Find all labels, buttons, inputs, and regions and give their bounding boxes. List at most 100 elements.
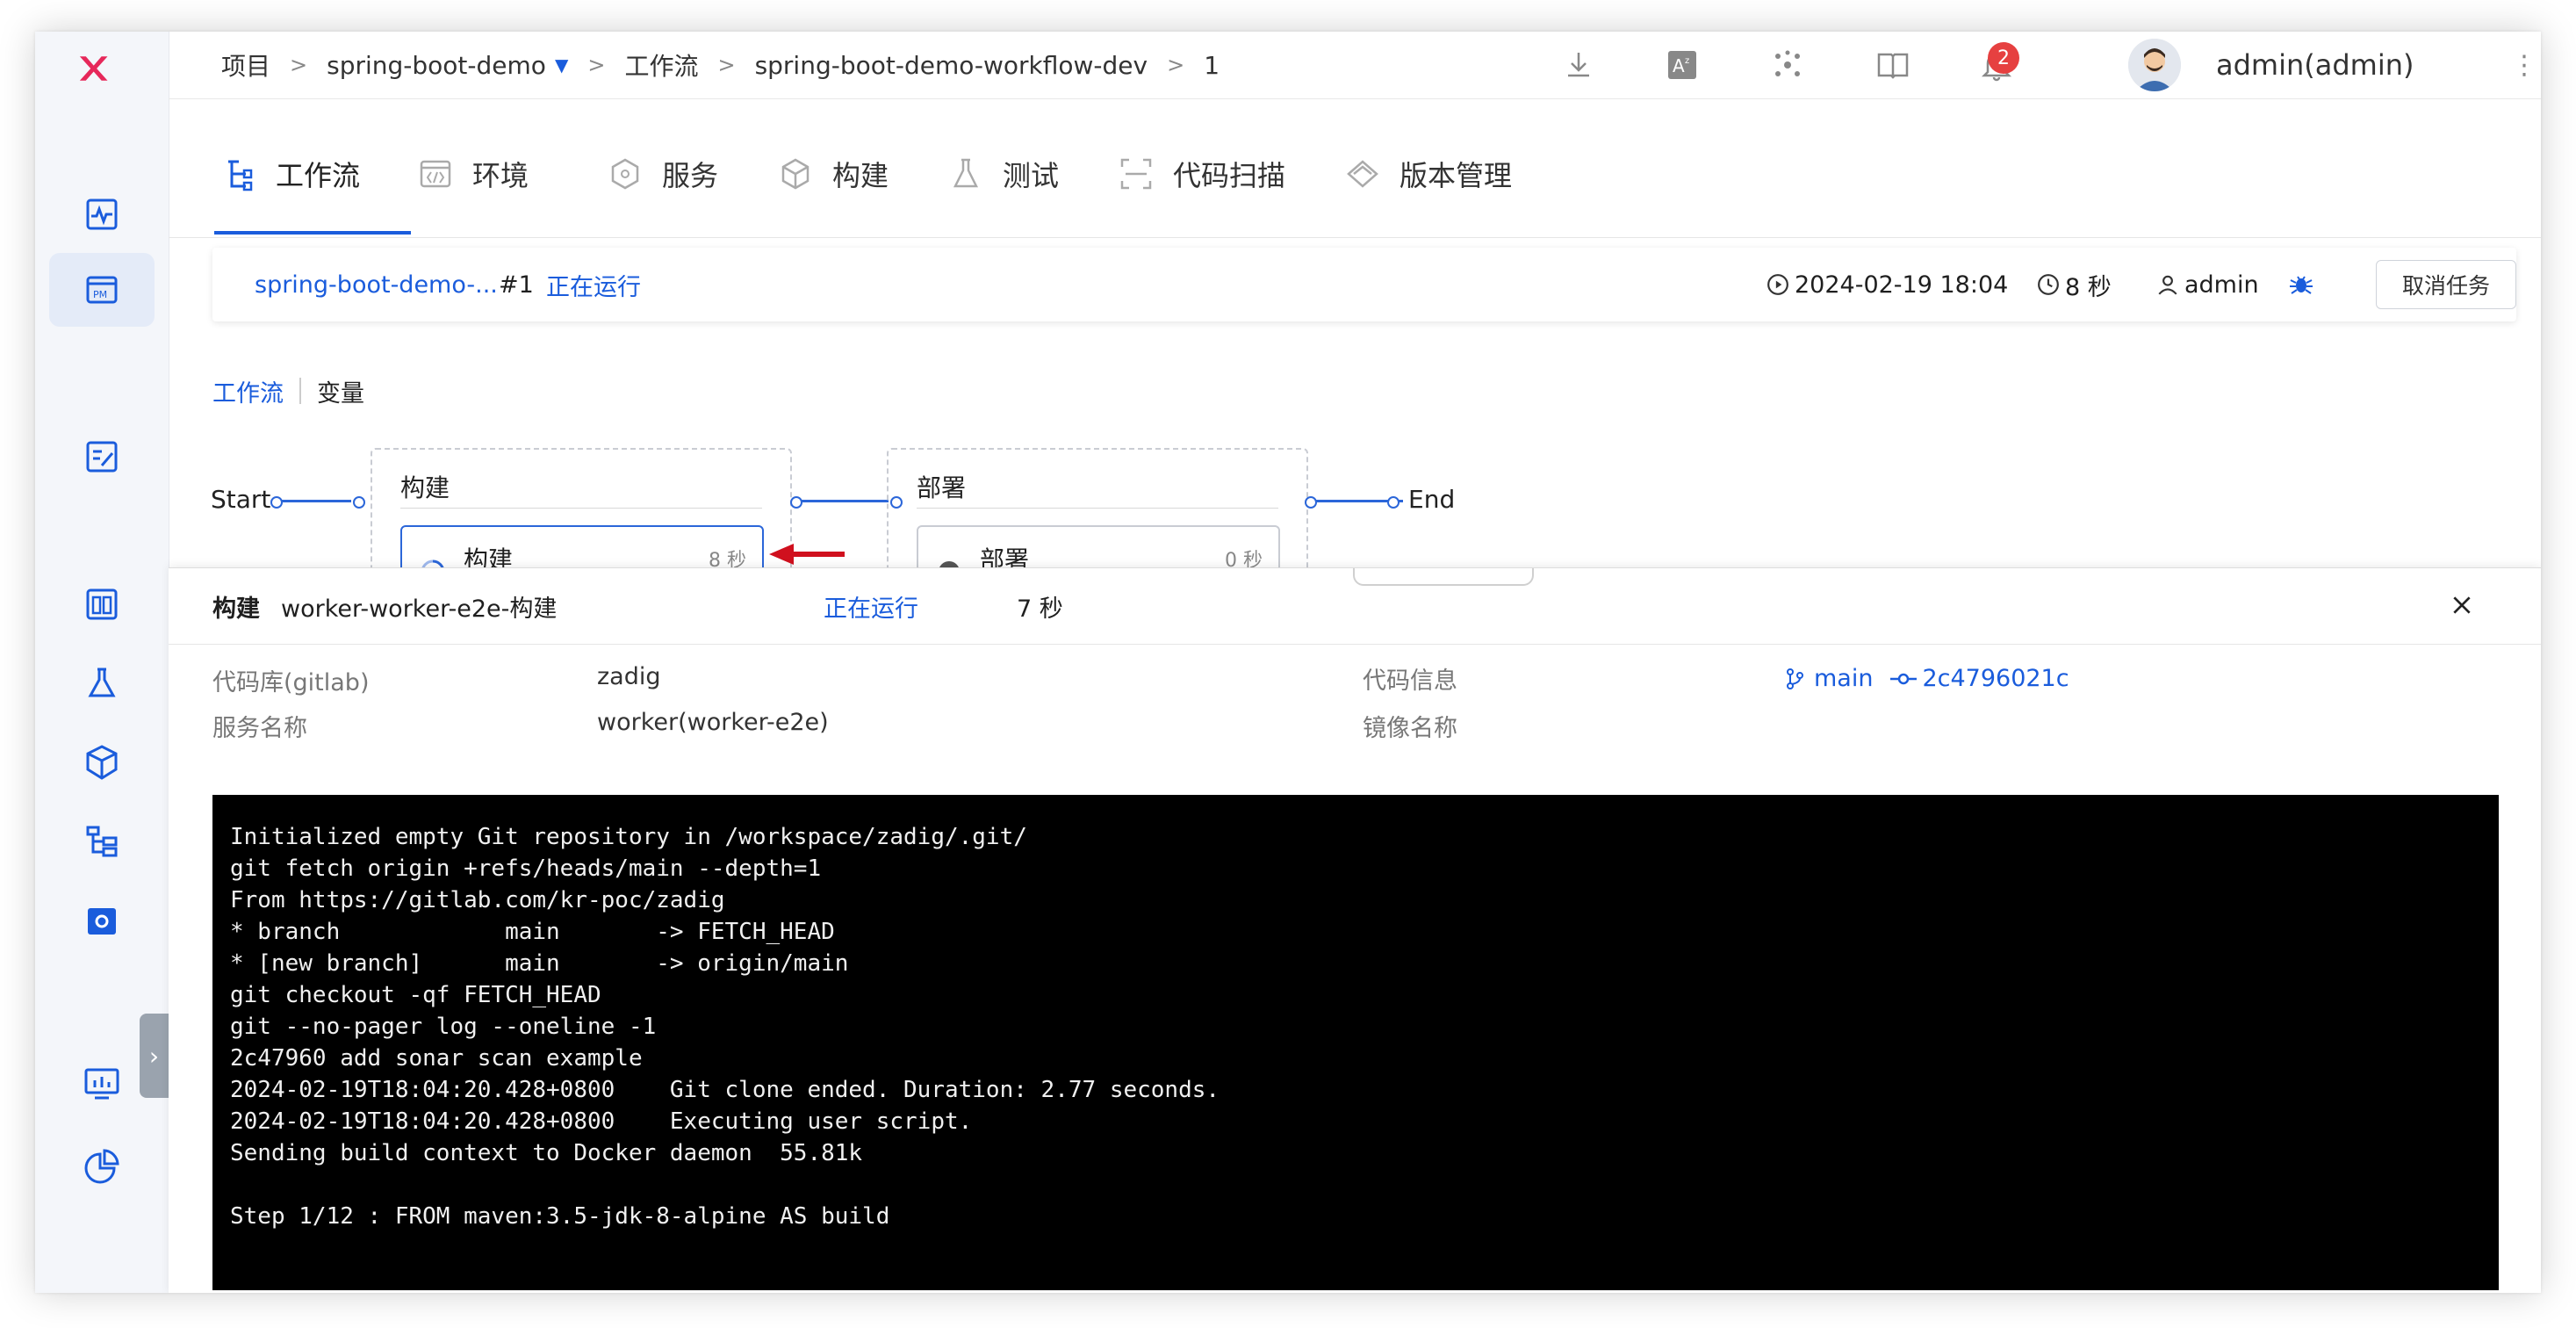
tab-label: 测试 xyxy=(1003,159,1060,192)
job-detail-panel: 构建 worker-worker-e2e-构建 正在运行 7 秒 代码库(git… xyxy=(169,567,2541,1293)
breadcrumb-separator: > xyxy=(587,53,606,77)
test-icon xyxy=(948,156,983,191)
task-user-name: admin xyxy=(2184,271,2259,299)
job-status: 正在运行 xyxy=(824,595,918,623)
task-start-time: 2024-02-19 18:04 xyxy=(1795,271,2009,299)
tab-code-scan[interactable]: 代码扫描 xyxy=(1119,148,1285,200)
download-icon[interactable] xyxy=(1559,46,1598,84)
task-summary: spring-boot-demo-... #1 正在运行 2024-02-19 … xyxy=(212,248,2516,321)
caret-down-icon[interactable]: ▼ xyxy=(555,54,568,76)
project-manage-icon[interactable]: PM xyxy=(49,253,155,327)
connector-dot xyxy=(790,496,802,509)
job-full-name: worker-worker-e2e-构建 xyxy=(281,595,558,623)
more-vertical-icon[interactable]: ⋮ xyxy=(2511,44,2537,86)
stage-divider xyxy=(917,508,1278,509)
branch-name[interactable]: main xyxy=(1814,665,1873,692)
commit-hash[interactable]: 2c4796021c xyxy=(1922,665,2069,692)
package-icon[interactable] xyxy=(76,736,128,789)
collapse-sidebar-button[interactable]: › xyxy=(140,1014,169,1098)
subtab-workflow[interactable]: 工作流 xyxy=(212,374,284,408)
task-number: #1 xyxy=(499,271,534,299)
environment-icon xyxy=(418,156,453,191)
task-status: 正在运行 xyxy=(546,273,641,301)
breadcrumb-projects[interactable]: 项目 xyxy=(221,47,270,83)
tree-icon[interactable] xyxy=(76,815,128,868)
pipeline-end: End xyxy=(1408,485,1456,514)
workflow-icon xyxy=(221,156,256,191)
activity-icon[interactable] xyxy=(76,188,128,241)
tab-label: 构建 xyxy=(832,159,889,192)
service-icon xyxy=(608,156,643,191)
svg-text:z: z xyxy=(1685,56,1689,66)
breadcrumb-separator: > xyxy=(290,53,308,77)
stage-title: 部署 xyxy=(917,473,967,502)
flask-icon[interactable] xyxy=(76,657,128,710)
notification-badge: 2 xyxy=(1988,42,2019,74)
service-label: 服务名称 xyxy=(212,715,307,742)
arrow-left-icon xyxy=(769,544,845,565)
translate-icon[interactable]: Az xyxy=(1663,46,1702,84)
clock-icon xyxy=(2038,274,2059,295)
stage-divider xyxy=(400,508,762,509)
connector-dot xyxy=(270,496,283,509)
breadcrumb-workflow[interactable]: spring-boot-demo-workflow-dev xyxy=(755,51,1148,80)
logo-icon[interactable] xyxy=(74,49,130,105)
task-duration-value: 8 秒 xyxy=(2065,273,2112,301)
breadcrumb-workflows[interactable]: 工作流 xyxy=(624,47,698,83)
tab-label: 服务 xyxy=(662,159,719,192)
tab-workflow[interactable]: 工作流 xyxy=(221,148,360,200)
service-value: worker(worker-e2e) xyxy=(597,709,829,736)
breadcrumb-separator: > xyxy=(717,53,736,77)
breadcrumb-separator: > xyxy=(1167,53,1185,77)
subtab-divider xyxy=(299,378,301,404)
book-icon[interactable] xyxy=(1874,46,1912,84)
panel-header: 构建 worker-worker-e2e-构建 正在运行 7 秒 xyxy=(169,568,2541,645)
debug-bug-icon[interactable] xyxy=(2288,248,2314,321)
view-switch: 工作流 变量 xyxy=(212,369,364,413)
tab-label: 代码扫描 xyxy=(1173,159,1286,192)
cancel-task-button[interactable]: 取消任务 xyxy=(2376,260,2516,309)
edit-doc-icon[interactable] xyxy=(76,430,128,483)
build-log: Initialized empty Git repository in /wor… xyxy=(230,824,1220,1230)
svg-text:A: A xyxy=(1673,55,1685,76)
tab-test[interactable]: 测试 xyxy=(948,148,1059,200)
commit-icon xyxy=(1890,673,1918,684)
task-name[interactable]: spring-boot-demo-... xyxy=(255,248,498,321)
connector-line xyxy=(281,500,351,502)
build-icon xyxy=(778,156,813,191)
connector-dot xyxy=(1305,496,1317,509)
dashboard-icon[interactable] xyxy=(76,578,128,631)
username[interactable]: admin(admin) xyxy=(2216,32,2414,98)
code-info-label: 代码信息 xyxy=(1363,668,1457,695)
breadcrumb-project[interactable]: spring-boot-demo xyxy=(327,51,546,80)
module-tabs: 工作流 环境 服务 构建 测试 代码扫描 版本管理 xyxy=(169,98,2541,238)
image-label: 镜像名称 xyxy=(1363,715,1457,742)
job-type: 构建 xyxy=(212,595,260,623)
tab-service[interactable]: 服务 xyxy=(608,148,718,200)
build-log-console[interactable]: Initialized empty Git repository in /wor… xyxy=(212,795,2499,1290)
stage-title: 构建 xyxy=(400,473,450,502)
settings-box-icon[interactable] xyxy=(76,894,128,947)
version-icon xyxy=(1345,156,1380,191)
graph-icon[interactable] xyxy=(1768,46,1807,84)
tab-environment[interactable]: 环境 xyxy=(418,148,529,200)
pie-chart-icon[interactable] xyxy=(76,1140,128,1193)
active-tab-indicator xyxy=(214,231,411,235)
code-info: main 2c4796021c xyxy=(1784,665,2069,692)
subtab-variables[interactable]: 变量 xyxy=(317,374,364,408)
avatar[interactable] xyxy=(2128,39,2181,91)
job-elapsed: 7 秒 xyxy=(1017,595,1063,623)
breadcrumb-run: 1 xyxy=(1204,50,1220,80)
connector-line xyxy=(801,500,889,502)
left-rail: PM › xyxy=(35,32,169,1293)
monitor-icon[interactable] xyxy=(76,1057,128,1110)
tab-build[interactable]: 构建 xyxy=(778,148,889,200)
connector-dot xyxy=(353,496,365,509)
tab-version[interactable]: 版本管理 xyxy=(1345,148,1512,200)
top-bar: 项目 > spring-boot-demo ▼ > 工作流 > spring-b… xyxy=(169,32,2541,99)
app-window: PM › 项目 > spring-boot-demo ▼ > 工作流 > spr… xyxy=(35,32,2541,1293)
task-user: admin xyxy=(2156,248,2259,321)
breadcrumb: 项目 > spring-boot-demo ▼ > 工作流 > spring-b… xyxy=(221,32,1220,98)
close-icon[interactable] xyxy=(2444,588,2479,623)
play-circle-icon xyxy=(1767,274,1788,295)
